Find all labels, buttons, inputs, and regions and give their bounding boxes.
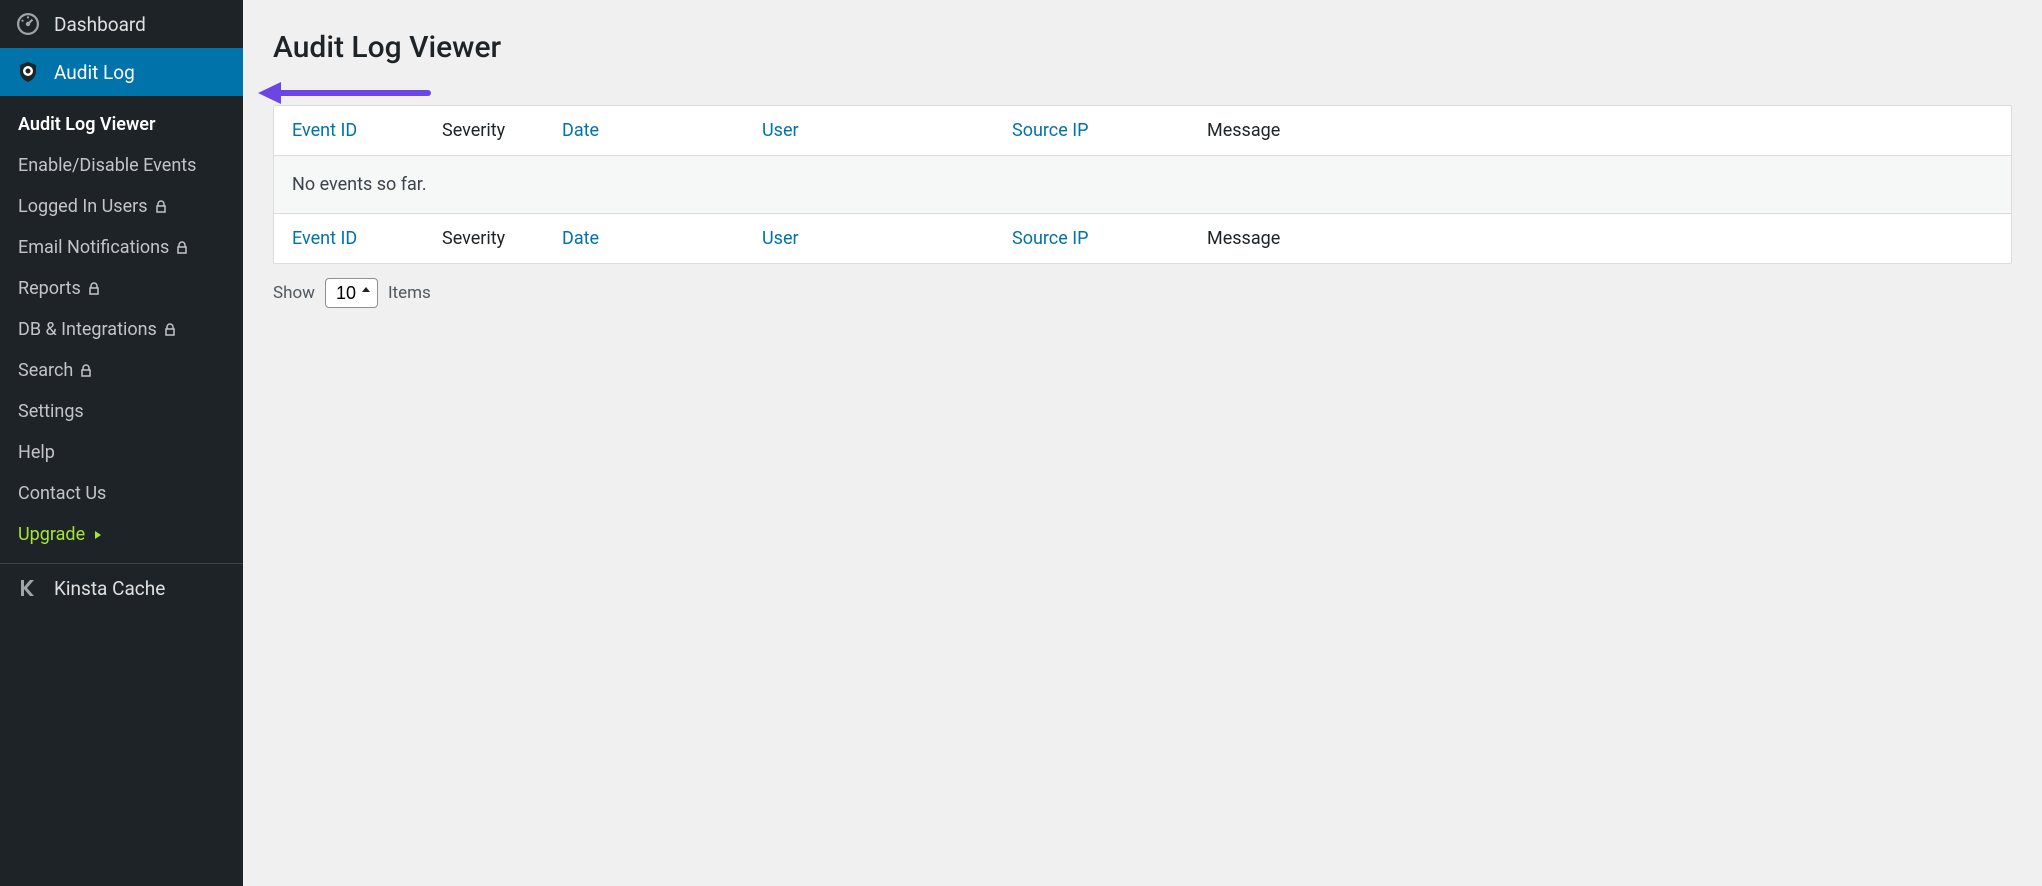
triangle-right-icon bbox=[93, 530, 103, 540]
column-footer-user[interactable]: User bbox=[744, 228, 994, 249]
lock-icon bbox=[163, 323, 177, 337]
sidebar-item-label: Dashboard bbox=[54, 13, 146, 36]
submenu-item-settings[interactable]: Settings bbox=[0, 391, 243, 432]
submenu-item-events[interactable]: Enable/Disable Events bbox=[0, 145, 243, 186]
sidebar-item-dashboard[interactable]: Dashboard bbox=[0, 0, 243, 48]
lock-icon bbox=[79, 364, 93, 378]
submenu-item-viewer[interactable]: Audit Log Viewer bbox=[0, 104, 243, 145]
column-footer-date[interactable]: Date bbox=[544, 228, 744, 249]
items-per-page-select[interactable]: 10 bbox=[325, 278, 378, 308]
table-footer-row: Event ID Severity Date User Source IP Me… bbox=[274, 213, 2011, 263]
submenu-item-label: Search bbox=[18, 360, 73, 381]
submenu-item-email[interactable]: Email Notifications bbox=[0, 227, 243, 268]
column-footer-severity: Severity bbox=[424, 228, 544, 249]
submenu-item-contact[interactable]: Contact Us bbox=[0, 473, 243, 514]
lock-icon bbox=[175, 241, 189, 255]
column-header-user[interactable]: User bbox=[744, 120, 994, 141]
submenu-item-label: Settings bbox=[18, 401, 84, 422]
column-footer-event-id[interactable]: Event ID bbox=[274, 228, 424, 249]
shield-eye-icon bbox=[16, 60, 40, 84]
submenu-item-help[interactable]: Help bbox=[0, 432, 243, 473]
sidebar-item-label: Kinsta Cache bbox=[54, 577, 165, 600]
submenu-item-label: Enable/Disable Events bbox=[18, 155, 196, 176]
main-content: Audit Log Viewer Event ID Severity Date … bbox=[243, 0, 2042, 886]
kinsta-icon bbox=[16, 576, 40, 600]
audit-log-submenu: Audit Log Viewer Enable/Disable Events L… bbox=[0, 96, 243, 563]
submenu-item-upgrade[interactable]: Upgrade bbox=[0, 514, 243, 555]
submenu-item-label: Help bbox=[18, 442, 55, 463]
column-header-event-id[interactable]: Event ID bbox=[274, 120, 424, 141]
column-footer-message: Message bbox=[1189, 228, 2011, 249]
submenu-item-label: Audit Log Viewer bbox=[18, 114, 155, 135]
annotation-arrow-icon bbox=[253, 78, 433, 113]
submenu-item-db[interactable]: DB & Integrations bbox=[0, 309, 243, 350]
column-header-severity: Severity bbox=[424, 120, 544, 141]
table-empty-message: No events so far. bbox=[274, 156, 2011, 213]
page-title: Audit Log Viewer bbox=[273, 30, 2012, 65]
column-header-date[interactable]: Date bbox=[544, 120, 744, 141]
dashboard-icon bbox=[16, 12, 40, 36]
show-label: Show bbox=[273, 283, 315, 303]
column-header-message: Message bbox=[1189, 120, 2011, 141]
audit-log-table: Event ID Severity Date User Source IP Me… bbox=[273, 105, 2012, 264]
submenu-item-label: Contact Us bbox=[18, 483, 106, 504]
admin-sidebar: Dashboard Audit Log Audit Log Viewer Ena… bbox=[0, 0, 243, 886]
submenu-item-users[interactable]: Logged In Users bbox=[0, 186, 243, 227]
submenu-item-label: Upgrade bbox=[18, 524, 85, 545]
submenu-item-label: Reports bbox=[18, 278, 81, 299]
submenu-item-reports[interactable]: Reports bbox=[0, 268, 243, 309]
lock-icon bbox=[154, 200, 168, 214]
sidebar-item-audit-log[interactable]: Audit Log bbox=[0, 48, 243, 96]
table-header-row: Event ID Severity Date User Source IP Me… bbox=[274, 106, 2011, 156]
items-label: Items bbox=[388, 283, 431, 303]
sidebar-item-kinsta-cache[interactable]: Kinsta Cache bbox=[0, 564, 243, 612]
sidebar-item-label: Audit Log bbox=[54, 61, 135, 84]
column-footer-source-ip[interactable]: Source IP bbox=[994, 228, 1189, 249]
table-pagination-controls: Show 10 Items bbox=[273, 278, 2012, 308]
submenu-item-label: Logged In Users bbox=[18, 196, 148, 217]
submenu-item-label: DB & Integrations bbox=[18, 319, 157, 340]
column-header-source-ip[interactable]: Source IP bbox=[994, 120, 1189, 141]
submenu-item-label: Email Notifications bbox=[18, 237, 169, 258]
lock-icon bbox=[87, 282, 101, 296]
submenu-item-search[interactable]: Search bbox=[0, 350, 243, 391]
